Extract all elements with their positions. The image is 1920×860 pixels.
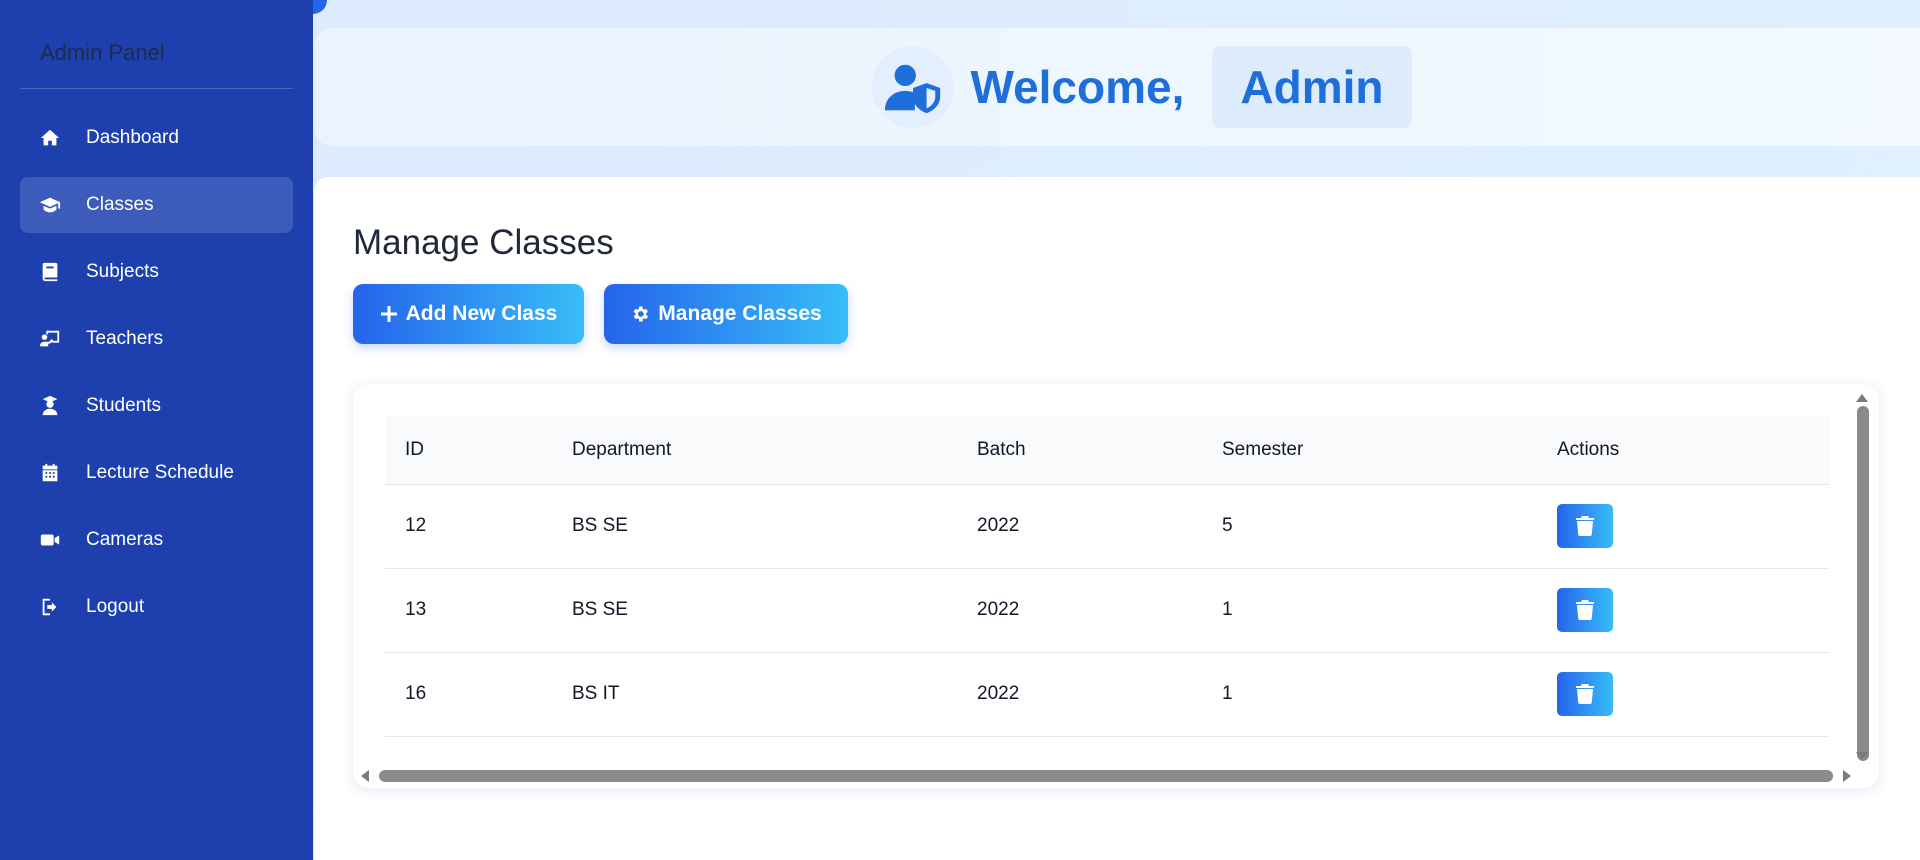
sidebar-title: Admin Panel (40, 40, 165, 65)
sidebar-item-label: Lecture Schedule (86, 462, 234, 483)
trash-icon (1576, 684, 1594, 704)
delete-button[interactable] (1557, 588, 1613, 632)
user-graduate-icon (38, 395, 62, 417)
cell-actions (1537, 568, 1829, 653)
calendar-icon (38, 462, 62, 484)
admin-name-badge: Admin (1212, 46, 1412, 128)
chalkboard-teacher-icon (38, 328, 62, 350)
graduation-cap-icon (38, 194, 62, 216)
scroll-right-arrow[interactable] (1843, 770, 1851, 782)
main-content: Manage Classes Add New Class Manage Clas… (314, 177, 1920, 860)
user-shield-icon (872, 46, 955, 128)
add-new-class-button[interactable]: Add New Class (353, 284, 584, 344)
home-icon (38, 127, 62, 149)
sidebar-item-label: Classes (86, 194, 154, 215)
horizontal-scrollbar[interactable] (379, 770, 1833, 782)
sidebar-item-label: Dashboard (86, 127, 179, 148)
scroll-down-arrow[interactable] (1856, 752, 1868, 760)
cell-id: 16 (385, 652, 552, 737)
sidebar-nav: Dashboard Classes Subjects Teachers Stud… (20, 110, 293, 646)
column-header-semester: Semester (1202, 416, 1537, 485)
cell-id: 13 (385, 568, 552, 653)
scroll-up-arrow[interactable] (1856, 394, 1868, 402)
sidebar-item-logout[interactable]: Logout (20, 579, 293, 635)
classes-table-card: ID Department Batch Semester Actions 12 … (353, 384, 1879, 788)
cell-department: BS IT (552, 652, 957, 737)
sidebar-item-classes[interactable]: Classes (20, 177, 293, 233)
sidebar: Admin Panel Dashboard Classes Subjects T… (0, 0, 313, 860)
table-row: 13 BS SE 2022 1 (385, 568, 1829, 653)
welcome-text: Welcome, (970, 61, 1185, 113)
cell-department: BS SE (552, 568, 957, 653)
column-header-batch: Batch (957, 416, 1202, 485)
sign-out-icon (38, 596, 62, 618)
sidebar-item-subjects[interactable]: Subjects (20, 244, 293, 300)
vertical-scrollbar[interactable] (1857, 406, 1869, 761)
sidebar-item-label: Teachers (86, 328, 164, 349)
cell-semester: 1 (1202, 652, 1537, 737)
delete-button[interactable] (1557, 504, 1613, 548)
sidebar-item-lecture-schedule[interactable]: Lecture Schedule (20, 445, 293, 501)
trash-icon (1576, 600, 1594, 620)
column-header-department: Department (552, 416, 957, 485)
cell-batch: 2022 (957, 652, 1202, 737)
gear-icon (630, 304, 650, 324)
cell-actions (1537, 484, 1829, 569)
manage-classes-label: Manage Classes (658, 302, 822, 325)
video-camera-icon (38, 529, 62, 551)
cell-semester: 1 (1202, 568, 1537, 653)
cell-department: BS SE (552, 484, 957, 569)
cell-id: 12 (385, 484, 552, 569)
cell-actions (1537, 652, 1829, 737)
sidebar-divider (20, 88, 293, 89)
manage-classes-button[interactable]: Manage Classes (604, 284, 848, 344)
column-header-actions: Actions (1537, 416, 1829, 485)
sidebar-item-students[interactable]: Students (20, 378, 293, 434)
plus-icon (380, 305, 398, 323)
sidebar-item-label: Logout (86, 596, 145, 617)
sidebar-item-label: Subjects (86, 261, 159, 282)
delete-button[interactable] (1557, 672, 1613, 716)
sidebar-item-cameras[interactable]: Cameras (20, 512, 293, 568)
classes-table: ID Department Batch Semester Actions 12 … (385, 416, 1829, 737)
table-header-row: ID Department Batch Semester Actions (385, 416, 1829, 485)
column-header-id: ID (385, 416, 552, 485)
sidebar-item-label: Cameras (86, 529, 164, 550)
cell-batch: 2022 (957, 484, 1202, 569)
page-title: Manage Classes (353, 223, 614, 262)
sidebar-item-dashboard[interactable]: Dashboard (20, 110, 293, 166)
trash-icon (1576, 516, 1594, 536)
scroll-left-arrow[interactable] (361, 770, 369, 782)
sidebar-corner-decoration (313, 0, 327, 14)
welcome-header-content: Welcome, Admin (872, 46, 1412, 128)
table-row: 16 BS IT 2022 1 (385, 652, 1829, 737)
sidebar-item-label: Students (86, 395, 161, 416)
book-icon (38, 261, 62, 283)
cell-semester: 5 (1202, 484, 1537, 569)
welcome-header: Welcome, Admin (314, 28, 1920, 146)
cell-batch: 2022 (957, 568, 1202, 653)
sidebar-item-teachers[interactable]: Teachers (20, 311, 293, 367)
add-new-class-label: Add New Class (405, 302, 558, 325)
table-row: 12 BS SE 2022 5 (385, 484, 1829, 569)
